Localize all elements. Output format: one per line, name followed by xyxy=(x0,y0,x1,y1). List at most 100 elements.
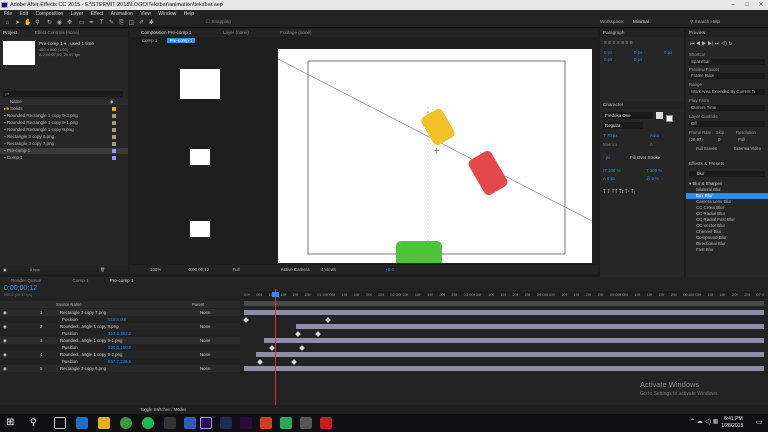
magnification-dropdown[interactable]: 100% xyxy=(150,267,161,272)
keyframe-icon[interactable] xyxy=(295,330,301,337)
label-color-icon[interactable] xyxy=(112,107,116,111)
leading-value[interactable]: Auto xyxy=(650,133,659,138)
source-name-column[interactable]: Source Name xyxy=(56,301,82,308)
after-effects-taskbar-icon[interactable] xyxy=(200,417,212,429)
green-app-icon[interactable] xyxy=(280,417,292,429)
external-video-checkbox[interactable]: External Video xyxy=(734,146,761,151)
preview-favors-dropdown[interactable]: Frame Rate xyxy=(689,73,765,79)
shortcut-dropdown[interactable]: Spacebar xyxy=(689,59,765,65)
parent-dropdown[interactable]: None xyxy=(200,337,211,344)
position-property-row[interactable]: Position 220.0,150.8 xyxy=(0,344,240,351)
3d-view-dropdown[interactable]: Active Camera xyxy=(281,267,310,272)
mute-icon[interactable]: ◁) xyxy=(721,41,727,47)
layer-name[interactable]: Rounded...angle 1 copy 9.png xyxy=(60,323,170,330)
clock-date[interactable]: 1/28/2018 xyxy=(721,423,743,429)
full-screen-checkbox[interactable]: Full Screen xyxy=(696,146,717,151)
red-app-icon[interactable] xyxy=(320,417,332,429)
tab-layer[interactable]: Layer (none) xyxy=(223,30,249,35)
parent-column[interactable]: Parent xyxy=(192,301,204,308)
position-property-row[interactable]: Position 367.6,382.2 xyxy=(0,330,240,337)
maximize-button[interactable]: □ xyxy=(740,0,754,10)
visibility-eye-icon[interactable]: ◉ xyxy=(3,365,7,372)
search-help-field[interactable]: ⚲ Search Help xyxy=(690,19,720,25)
keyframe-icon[interactable] xyxy=(325,316,331,323)
visibility-eye-icon[interactable]: ◉ xyxy=(3,337,7,344)
property-value[interactable]: 367.6,382.2 xyxy=(108,330,131,337)
layer-duration-bar[interactable] xyxy=(244,366,764,371)
visibility-eye-icon[interactable]: ◉ xyxy=(3,351,7,358)
minimize-button[interactable]: – xyxy=(726,0,740,10)
snapping-checkbox[interactable]: ☐ Snapping xyxy=(206,19,231,25)
font-family-dropdown[interactable]: Fredoka One xyxy=(603,112,653,119)
task-view-icon[interactable] xyxy=(54,417,66,429)
paragraph-alignment-icons[interactable]: ≡ ≡ ≡ ≡ ≡ ≡ ≡ xyxy=(604,40,633,46)
first-frame-icon[interactable]: ⏮ xyxy=(690,41,695,47)
rectangle-tool-icon[interactable]: ▭ xyxy=(78,20,85,26)
space-after-value[interactable]: 0 px xyxy=(634,57,642,62)
indent-left-value[interactable]: 0 px xyxy=(604,50,612,55)
photoshop-icon[interactable] xyxy=(220,417,232,429)
tracking-value[interactable]: 0 xyxy=(650,142,652,147)
label-color-icon[interactable] xyxy=(112,121,116,125)
keyframe-icon[interactable] xyxy=(315,330,321,337)
effects-search-input[interactable]: blur xyxy=(689,171,765,177)
column-name[interactable]: Name xyxy=(10,99,22,104)
horizontal-scale-value[interactable]: T 100 % xyxy=(646,168,662,173)
parent-dropdown[interactable]: None xyxy=(200,323,211,330)
kerning-value[interactable]: Metrics xyxy=(603,142,617,147)
layer-duration-bar[interactable] xyxy=(256,352,764,357)
property-value[interactable]: 557.7,226.6 xyxy=(108,358,131,365)
view-layout-dropdown[interactable]: 4 Views xyxy=(321,267,336,272)
playhead[interactable] xyxy=(275,289,276,405)
first-indent-value[interactable]: 0 px xyxy=(664,50,672,55)
menu-help[interactable]: Help xyxy=(184,11,194,17)
frame-rate-dropdown[interactable]: (29.97) xyxy=(689,137,703,142)
layer-controls-dropdown[interactable]: Off xyxy=(689,121,765,127)
word-icon[interactable] xyxy=(184,417,196,429)
label-color-icon[interactable] xyxy=(112,142,116,146)
property-value[interactable]: 220.0,150.8 xyxy=(108,344,131,351)
pen-tool-icon[interactable]: ✒ xyxy=(88,20,95,26)
resolution-dropdown[interactable]: Full xyxy=(232,267,239,272)
roto-brush-tool-icon[interactable]: ✐ xyxy=(138,20,145,26)
keyframe-icon[interactable] xyxy=(257,358,263,365)
character-panel-header[interactable]: Character xyxy=(600,101,684,109)
menu-file[interactable]: File xyxy=(4,11,12,17)
trash-icon[interactable]: 🗑 xyxy=(100,266,105,274)
notifications-icon[interactable]: ▭ xyxy=(756,418,763,426)
current-time-display[interactable]: 0;00;00;12 xyxy=(188,267,209,272)
resolution-dropdown-preview[interactable]: Full xyxy=(738,137,745,142)
project-item[interactable]: ▪ Rectangle 3 copy 7.png xyxy=(0,141,128,147)
pan-behind-tool-icon[interactable]: ✥ xyxy=(66,20,73,26)
layer-duration-bar[interactable] xyxy=(296,324,764,329)
work-area-bar[interactable] xyxy=(244,301,764,306)
start-icon[interactable]: ⊞ xyxy=(6,417,14,428)
playhead-handle[interactable] xyxy=(272,292,279,297)
green-shape[interactable] xyxy=(396,241,442,271)
parent-dropdown[interactable]: None xyxy=(200,365,211,372)
red-shape[interactable] xyxy=(467,149,510,197)
effects-presets-header[interactable]: Effects & Presets xyxy=(686,160,768,168)
project-item[interactable]: ▪ Rounded Rectangle 1 copy 9.png xyxy=(0,127,128,133)
comp-canvas[interactable]: + xyxy=(277,49,593,271)
stroke-width-value[interactable]: - px xyxy=(603,155,610,160)
home-icon[interactable]: ⌂ xyxy=(4,20,11,26)
breadcrumb-comp-1[interactable]: Comp 1 xyxy=(142,38,157,43)
font-size-value[interactable]: T 70 px xyxy=(603,133,618,138)
layer-name[interactable]: Rectangle 3 copy 6.png xyxy=(60,365,170,372)
play-icon[interactable]: ▶ xyxy=(702,41,706,47)
menu-animation[interactable]: Animation xyxy=(111,11,133,17)
space-before-value[interactable]: 0 px xyxy=(604,57,612,62)
edge-icon[interactable] xyxy=(76,417,88,429)
visibility-eye-icon[interactable]: ◉ xyxy=(3,309,7,316)
hand-tool-icon[interactable]: ✋ xyxy=(24,20,31,26)
fill-color-swatch[interactable] xyxy=(656,112,663,119)
project-item[interactable]: ▪ Rounded Rectangle 1 copy 9-2.png xyxy=(0,113,128,119)
stroke-type-dropdown[interactable]: Fill Over Stroke xyxy=(630,155,660,160)
timeline-layer-row[interactable]: ◉ 2 Rounded...angle 1 copy 9.png None xyxy=(0,323,240,330)
file-explorer-icon[interactable] xyxy=(98,417,110,429)
skip-dropdown[interactable]: 0 xyxy=(718,137,720,142)
tab-pre-comp-1[interactable]: Pre-comp 1 xyxy=(110,278,134,283)
tab-effect-controls[interactable]: Effect Controls (none) xyxy=(35,30,80,35)
spotify-icon[interactable] xyxy=(142,417,154,429)
